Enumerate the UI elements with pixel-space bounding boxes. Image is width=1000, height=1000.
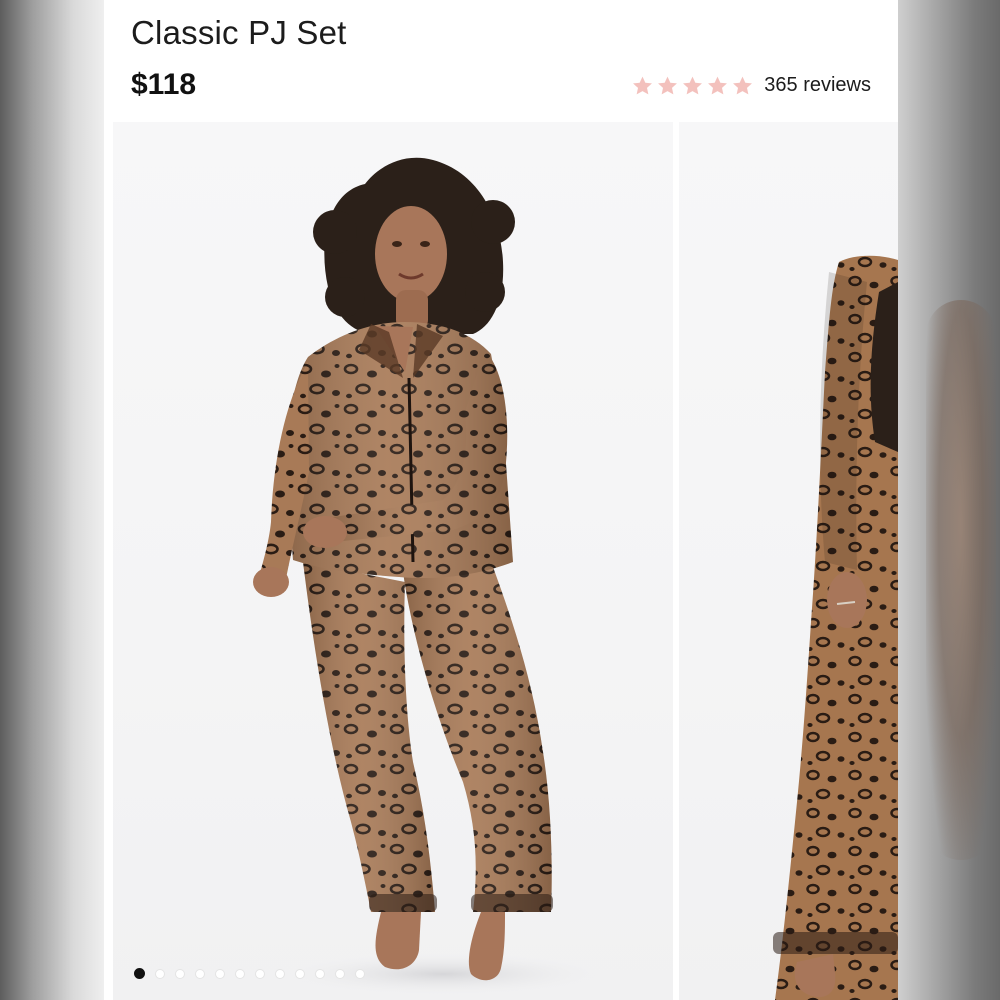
product-photo-side [773,255,898,1000]
pagination-dot[interactable] [295,968,305,979]
product-rating[interactable]: 365 reviews [631,74,871,97]
star-icon [683,76,703,94]
pagination-dot[interactable] [335,968,345,979]
star-icon [633,76,653,94]
pagination-dot[interactable] [175,968,185,979]
product-price: $118 [131,68,197,101]
product-image-carousel[interactable] [104,122,898,1000]
blurred-backdrop-left [0,0,104,1000]
pagination-dot[interactable] [195,968,205,979]
pagination-dot-active[interactable] [134,968,145,979]
product-photo-front [253,157,613,996]
pagination-dot[interactable] [275,968,285,979]
rating-stars [631,75,754,97]
carousel-slide-front[interactable] [113,122,673,1000]
blurred-backdrop-right [898,0,1000,1000]
pagination-dot[interactable] [255,968,265,979]
review-count-link[interactable]: 365 reviews [764,74,871,97]
pagination-dot[interactable] [315,968,325,979]
product-title: Classic PJ Set [131,14,347,51]
carousel-pagination [134,968,365,979]
star-icon [733,76,753,94]
product-header: Classic PJ Set $118 365 reviews [104,0,898,122]
pagination-dot[interactable] [215,968,225,979]
blurred-figure [926,300,996,860]
pagination-dot[interactable] [235,968,245,979]
carousel-slide-side[interactable] [679,122,898,1000]
pagination-dot[interactable] [155,968,165,979]
star-icon [708,76,728,94]
pagination-dot[interactable] [355,968,365,979]
product-screen: Classic PJ Set $118 365 reviews [104,0,898,1000]
star-icon [658,76,678,94]
